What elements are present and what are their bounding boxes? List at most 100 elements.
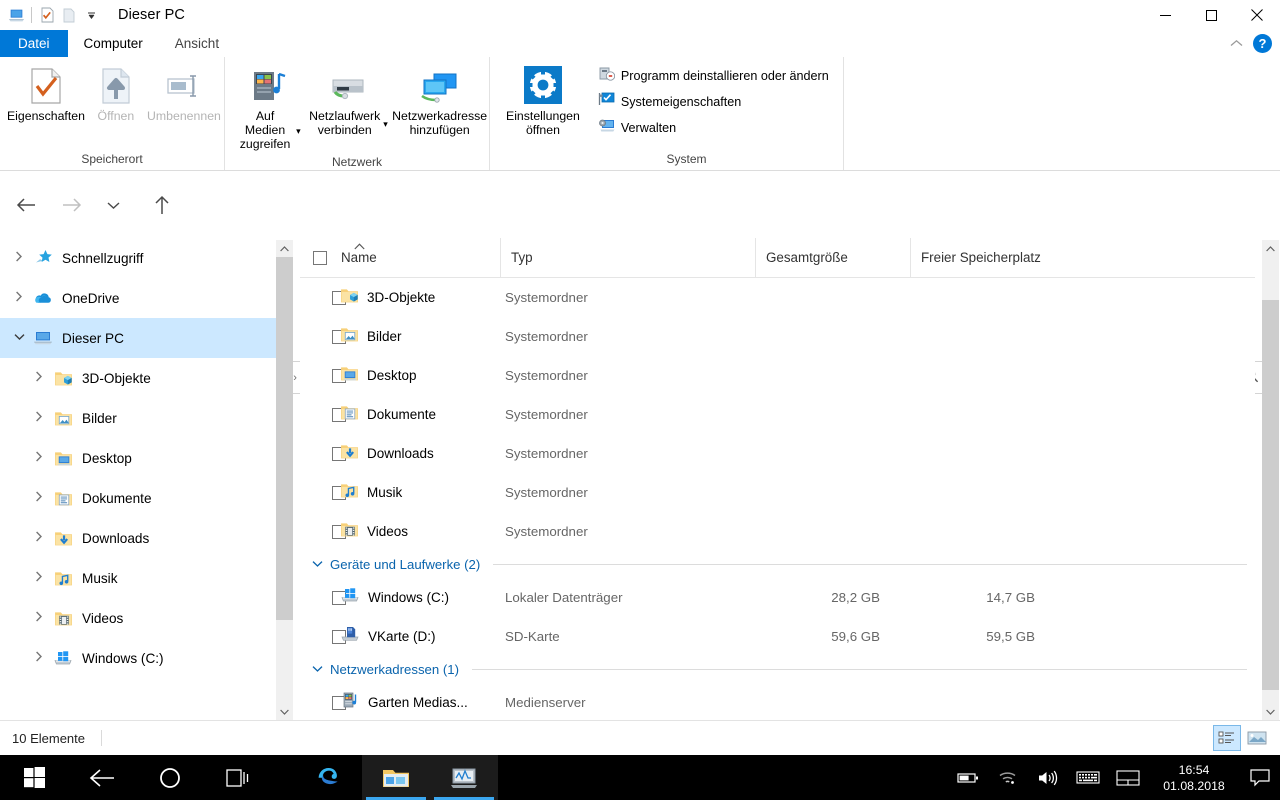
table-row[interactable]: Downloads Systemordner — [300, 434, 1255, 473]
row-checkbox-cell[interactable] — [300, 629, 346, 644]
sidebar-item-schnellzugriff[interactable]: Schnellzugriff — [0, 238, 276, 278]
file-explorer-button[interactable] — [362, 755, 430, 800]
touchpad-icon[interactable] — [1108, 755, 1148, 800]
auf-medien-zugreifen-button[interactable]: Auf Medien zugreifen ▾ — [231, 63, 307, 153]
systemeigenschaften-button[interactable]: Systemeigenschaften — [594, 91, 833, 113]
sidebar-item-3d-objekte[interactable]: 3D-Objekte — [0, 358, 276, 398]
column-header-gesamtgroesse[interactable]: Gesamtgröße — [755, 238, 910, 278]
close-button[interactable] — [1234, 0, 1280, 30]
action-center-button[interactable] — [1240, 755, 1280, 800]
sidebar-item-downloads[interactable]: Downloads — [0, 518, 276, 558]
start-button[interactable] — [0, 755, 68, 800]
chevron-right-icon[interactable] — [28, 411, 50, 425]
row-checkbox-cell[interactable] — [300, 290, 346, 305]
chevron-right-icon[interactable] — [28, 651, 50, 665]
netzwerkadresse-hinzufuegen-button[interactable]: Netzwerkadresse hinzufügen — [390, 63, 489, 139]
row-checkbox-cell[interactable] — [300, 407, 346, 422]
row-checkbox-cell[interactable] — [300, 695, 346, 710]
filelist-scroll-thumb[interactable] — [1262, 300, 1279, 690]
sidebar-item-dokumente[interactable]: Dokumente — [0, 478, 276, 518]
chevron-right-icon[interactable] — [8, 251, 30, 265]
tab-datei[interactable]: Datei — [0, 30, 68, 57]
column-header-name[interactable]: Name — [300, 238, 500, 278]
column-header-typ[interactable]: Typ — [500, 238, 755, 278]
sidebar-item-dieser-pc[interactable]: Dieser PC — [0, 318, 276, 358]
table-row[interactable]: VKarte (D:) SD-Karte 59,6 GB 59,5 GB — [300, 617, 1255, 656]
filelist-scrollbar[interactable] — [1262, 240, 1279, 720]
chevron-right-icon[interactable] — [28, 531, 50, 545]
chevron-right-icon[interactable] — [28, 451, 50, 465]
table-row[interactable]: Videos Systemordner — [300, 512, 1255, 551]
customize-chevron-icon[interactable] — [80, 4, 102, 26]
table-row[interactable]: Desktop Systemordner — [300, 356, 1255, 395]
battery-icon[interactable] — [948, 755, 988, 800]
new-folder-icon[interactable] — [58, 4, 80, 26]
sidebar-scroll-thumb[interactable] — [276, 257, 293, 620]
row-checkbox-cell[interactable] — [300, 368, 346, 383]
row-checkbox-cell[interactable] — [300, 590, 346, 605]
back-button[interactable] — [10, 189, 42, 221]
sidebar-item-windows-c[interactable]: Windows (C:) — [0, 638, 276, 678]
minimize-button[interactable] — [1142, 0, 1188, 30]
table-row[interactable]: Garten Medias... Medienserver — [300, 683, 1255, 720]
computer-icon[interactable] — [5, 4, 27, 26]
breadcrumb-separator-end[interactable]: › — [293, 372, 297, 384]
eigenschaften-button[interactable]: Eigenschaften — [4, 63, 88, 125]
netzlaufwerk-verbinden-button[interactable]: Netzlaufwerk verbinden ▾ — [307, 63, 391, 139]
table-row[interactable]: Windows (C:) Lokaler Datenträger 28,2 GB 14… — [300, 578, 1255, 617]
recent-locations-button[interactable] — [100, 189, 126, 221]
table-row[interactable]: Dokumente Systemordner — [300, 395, 1255, 434]
verwalten-button[interactable]: Verwalten — [594, 117, 833, 139]
sidebar-item-desktop[interactable]: Desktop — [0, 438, 276, 478]
chevron-down-icon[interactable] — [312, 664, 323, 676]
row-checkbox-cell[interactable] — [300, 329, 346, 344]
back-button[interactable] — [68, 755, 136, 800]
help-button[interactable]: ? — [1253, 34, 1272, 53]
large-icons-view-button[interactable] — [1244, 726, 1270, 750]
file-list-pane[interactable]: Name Typ Gesamtgröße Freier Speicherplat… — [300, 238, 1255, 720]
chevron-down-icon[interactable] — [312, 559, 323, 571]
chevron-right-icon[interactable] — [28, 371, 50, 385]
table-row[interactable]: 3D-Objekte Systemordner — [300, 278, 1255, 317]
sidebar-item-bilder[interactable]: Bilder — [0, 398, 276, 438]
edge-button[interactable] — [294, 755, 362, 800]
keyboard-icon[interactable] — [1068, 755, 1108, 800]
chevron-down-icon[interactable]: ▾ — [383, 117, 388, 131]
einstellungen-oeffnen-button[interactable]: Einstellungen öffnen — [500, 63, 586, 139]
wifi-icon[interactable] — [988, 755, 1028, 800]
maximize-button[interactable] — [1188, 0, 1234, 30]
navigation-pane[interactable]: Schnellzugriff OneDrive Dieser PC 3D-Objekt… — [0, 238, 276, 720]
cortana-button[interactable] — [136, 755, 204, 800]
table-row[interactable]: Musik Systemordner — [300, 473, 1255, 512]
scroll-up-arrow-icon[interactable] — [276, 240, 293, 257]
up-button[interactable] — [146, 189, 178, 221]
scroll-down-arrow-icon[interactable] — [276, 703, 293, 720]
sidebar-item-videos[interactable]: Videos — [0, 598, 276, 638]
tab-ansicht[interactable]: Ansicht — [159, 30, 235, 57]
monitor-app-button[interactable] — [430, 755, 498, 800]
tab-computer[interactable]: Computer — [67, 30, 159, 57]
chevron-right-icon[interactable] — [28, 571, 50, 585]
chevron-down-icon[interactable] — [8, 332, 30, 344]
row-checkbox-cell[interactable] — [300, 485, 346, 500]
select-all-checkbox[interactable] — [313, 250, 327, 265]
group-header[interactable]: Netzwerkadressen (1) — [300, 656, 1255, 683]
forward-button[interactable] — [56, 189, 88, 221]
details-view-button[interactable] — [1213, 725, 1241, 751]
taskbar-clock[interactable]: 16:54 01.08.2018 — [1148, 755, 1240, 800]
properties-icon[interactable] — [36, 4, 58, 26]
volume-icon[interactable] — [1028, 755, 1068, 800]
programm-deinstallieren-button[interactable]: Programm deinstallieren oder ändern — [594, 65, 833, 87]
chevron-right-icon[interactable] — [8, 291, 30, 305]
table-row[interactable]: Bilder Systemordner — [300, 317, 1255, 356]
chevron-right-icon[interactable] — [28, 491, 50, 505]
sidebar-scrollbar[interactable] — [276, 240, 293, 720]
row-checkbox-cell[interactable] — [300, 446, 346, 461]
sidebar-item-musik[interactable]: Musik — [0, 558, 276, 598]
oeffnen-button[interactable]: Öffnen — [88, 63, 144, 125]
chevron-up-icon[interactable] — [1230, 35, 1243, 53]
chevron-down-icon[interactable]: ▾ — [296, 124, 301, 138]
row-checkbox-cell[interactable] — [300, 524, 346, 539]
task-view-button[interactable] — [204, 755, 272, 800]
column-header-freier-speicherplatz[interactable]: Freier Speicherplatz — [910, 238, 1070, 278]
